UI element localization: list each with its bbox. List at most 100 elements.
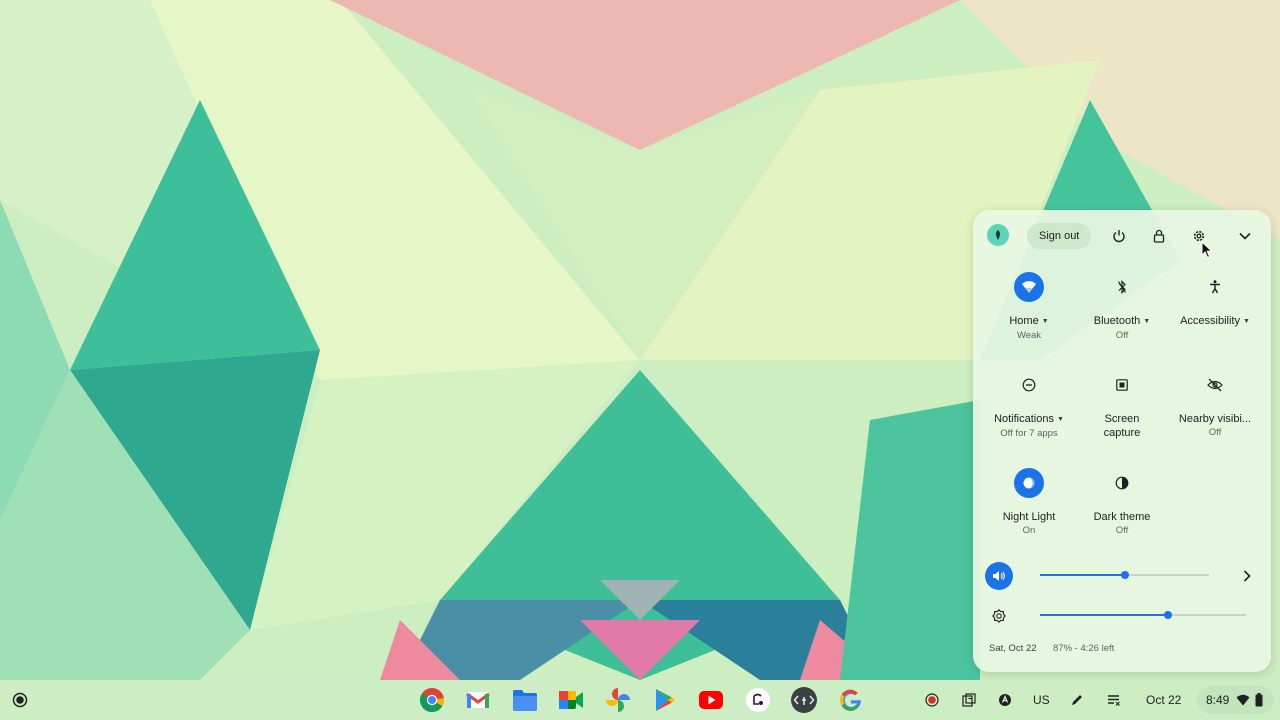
dark-theme-status: Off — [1115, 525, 1129, 536]
chevron-right-icon — [1243, 570, 1251, 582]
collapse-button[interactable] — [1231, 222, 1259, 250]
sign-out-button[interactable]: Sign out — [1027, 223, 1092, 249]
tile-wifi[interactable]: Home ▼ Weak — [981, 272, 1077, 342]
wifi-icon — [1022, 281, 1036, 293]
screen-record-button[interactable] — [921, 688, 943, 712]
date-indicator[interactable]: Oct 22 — [1146, 688, 1181, 712]
notifications-toggle[interactable] — [1014, 370, 1044, 400]
night-light-toggle[interactable] — [1014, 468, 1044, 498]
nearby-visibility-status: Off — [1208, 427, 1222, 438]
wifi-status: Weak — [1016, 330, 1042, 341]
clipboard-icon — [962, 693, 976, 707]
notes-button[interactable] — [1103, 688, 1125, 712]
audio-settings-button[interactable] — [1233, 562, 1261, 590]
launcher-icon — [12, 692, 28, 708]
screen-capture-label-line1: Screen — [1104, 413, 1140, 425]
nearby-visibility-icon — [1207, 378, 1223, 392]
youtube-icon — [699, 691, 723, 709]
user-avatar[interactable] — [985, 222, 1011, 248]
clock-time: 8:49 — [1206, 693, 1230, 707]
dark-theme-icon — [1115, 476, 1129, 490]
app-terminal[interactable] — [790, 686, 818, 714]
night-light-icon — [1023, 477, 1035, 489]
app-photos[interactable] — [604, 686, 632, 714]
battery-icon — [1255, 693, 1263, 707]
record-icon — [925, 693, 939, 707]
chrome-icon — [420, 688, 445, 713]
terminal-icon — [791, 687, 817, 713]
tile-notifications[interactable]: Notifications ▼ Off for 7 apps — [981, 370, 1077, 440]
bluetooth-toggle[interactable] — [1107, 272, 1137, 302]
screencast-icon — [746, 688, 770, 712]
notes-icon — [1108, 695, 1120, 706]
dark-theme-label: Dark theme — [1093, 511, 1151, 523]
night-light-status: On — [1022, 525, 1036, 536]
screen-capture-icon — [1116, 379, 1128, 391]
wifi-status-icon — [1236, 694, 1250, 706]
ime-indicator[interactable]: US — [1033, 688, 1050, 712]
caret-down-icon: ▼ — [1056, 416, 1064, 423]
power-button[interactable] — [1105, 222, 1133, 250]
caret-down-icon: ▼ — [1143, 318, 1151, 325]
app-gmail[interactable] — [464, 686, 492, 714]
do-not-disturb-icon — [1022, 378, 1036, 392]
bluetooth-status: Off — [1115, 330, 1129, 341]
screen-capture-toggle[interactable] — [1107, 370, 1137, 400]
app-status-button[interactable] — [994, 688, 1016, 712]
power-icon — [1113, 230, 1125, 243]
nearby-visibility-label: Nearby visibi... — [1178, 413, 1252, 425]
notifications-status: Off for 7 apps — [1000, 428, 1058, 439]
photos-icon — [606, 688, 630, 712]
screen-capture-label-line2: capture — [1103, 427, 1141, 439]
holding-space-button[interactable] — [958, 688, 980, 712]
accessibility-icon — [1210, 280, 1220, 294]
shelf — [0, 680, 1280, 720]
bluetooth-icon — [1118, 280, 1126, 294]
brightness-indicator — [985, 602, 1013, 630]
app-google[interactable] — [837, 686, 865, 714]
volume-icon — [993, 571, 1005, 581]
volume-slider-thumb[interactable] — [1121, 571, 1129, 579]
app-status-icon — [999, 694, 1011, 706]
volume-slider-fill — [1040, 574, 1125, 576]
wifi-toggle[interactable] — [1014, 272, 1044, 302]
brightness-icon — [992, 609, 1006, 623]
nearby-visibility-toggle[interactable] — [1200, 370, 1230, 400]
tile-screen-capture[interactable]: Screen capture — [1074, 370, 1170, 440]
battery-label: 87% - 4:26 left — [1053, 643, 1115, 654]
caret-down-icon: ▼ — [1041, 318, 1049, 325]
stylus-tools-button[interactable] — [1066, 688, 1088, 712]
lock-button[interactable] — [1145, 222, 1173, 250]
brightness-slider-fill — [1040, 614, 1168, 616]
pen-icon — [1072, 695, 1082, 705]
volume-mute-button[interactable] — [985, 562, 1013, 590]
tile-accessibility[interactable]: Accessibility ▼ — [1167, 272, 1263, 329]
tile-night-light[interactable]: Night Light On — [981, 468, 1077, 537]
quick-settings-panel: Sign out Home ▼ Weak Bluetooth ▼ Off Acces… — [973, 210, 1271, 672]
brightness-slider-thumb[interactable] — [1164, 611, 1172, 619]
folder-icon — [513, 690, 537, 711]
wifi-label: Home — [1009, 315, 1039, 327]
tile-bluetooth[interactable]: Bluetooth ▼ Off — [1074, 272, 1170, 342]
dark-theme-toggle[interactable] — [1107, 468, 1137, 498]
app-youtube[interactable] — [697, 686, 725, 714]
gmail-icon — [466, 692, 490, 708]
night-light-label: Night Light — [1002, 511, 1056, 523]
app-play-store[interactable] — [651, 686, 679, 714]
lock-icon — [1153, 229, 1165, 243]
mouse-cursor-icon — [1201, 241, 1213, 259]
launcher-button[interactable] — [8, 688, 32, 712]
tile-dark-theme[interactable]: Dark theme Off — [1074, 468, 1170, 537]
meet-icon — [559, 691, 583, 709]
app-files[interactable] — [511, 686, 539, 714]
play-store-icon — [656, 689, 675, 711]
app-chrome[interactable] — [418, 686, 446, 714]
tile-nearby-visibility[interactable]: Nearby visibi... Off — [1167, 370, 1263, 439]
notifications-label: Notifications — [994, 413, 1054, 425]
accessibility-toggle[interactable] — [1200, 272, 1230, 302]
app-screencast[interactable] — [744, 686, 772, 714]
leaf-icon — [996, 230, 1000, 240]
app-meet[interactable] — [557, 686, 585, 714]
bluetooth-label: Bluetooth — [1093, 315, 1141, 327]
date-label[interactable]: Sat, Oct 22 — [989, 643, 1037, 654]
